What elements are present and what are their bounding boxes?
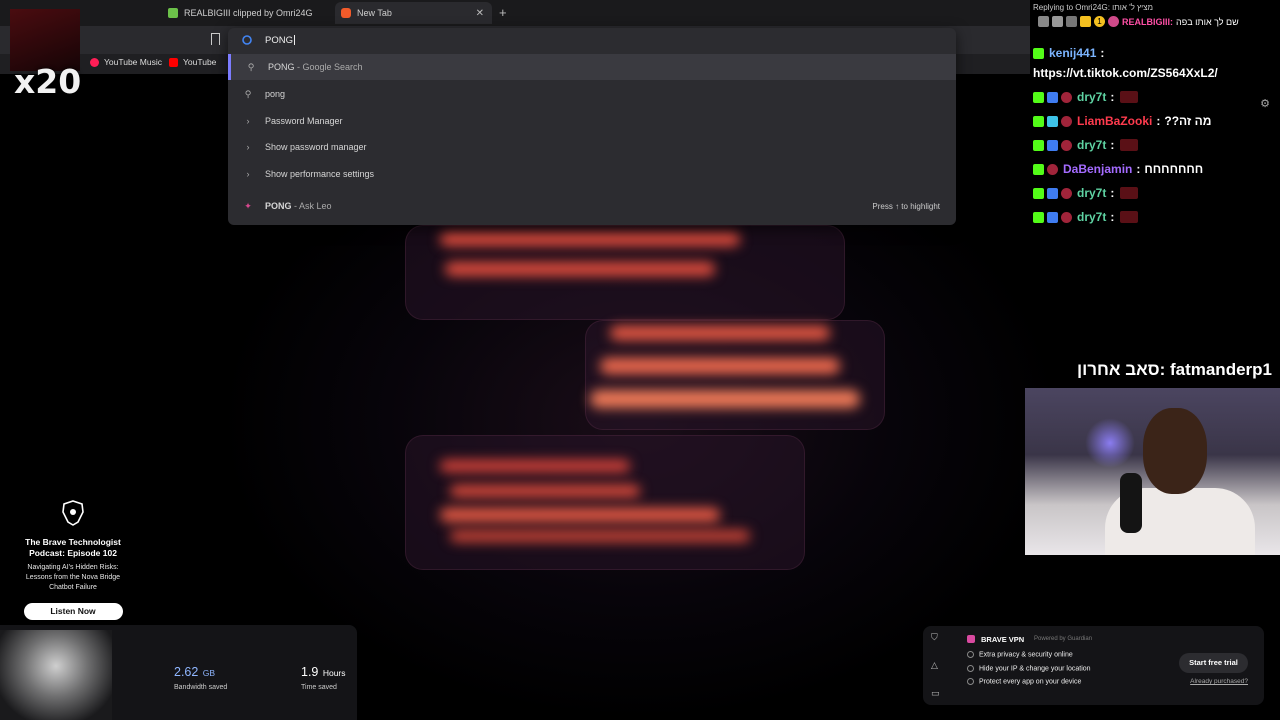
suggestion-ask-leo[interactable]: ✦ PONG - Ask Leo Press ↑ to highlight [228,193,956,219]
streamer-avatar [0,630,112,720]
kick-badge-icon [1033,115,1044,127]
bookmark-icon[interactable] [211,33,220,45]
chat-message: dry7t : [1033,138,1139,152]
reply-context: Replying to Omri24G: מציץ ל' אותו [1033,3,1154,12]
already-purchased-link[interactable]: Already purchased? [1190,678,1248,685]
vpn-logo-icon [967,635,975,643]
suggestion-show-password-manager[interactable]: › Show password manager [228,134,956,160]
sub-badge-icon [1061,211,1072,223]
sub-badge-icon [1047,163,1058,175]
gift-badge-icon [1047,187,1058,199]
sub-badge-icon [1108,16,1119,27]
tab-clip[interactable]: REALBIGIII clipped by Omri24G [168,2,328,24]
bookmark-label: YouTube [183,57,217,67]
chat-message: kenij441 : [1033,46,1104,60]
chat-message: dry7t : [1033,90,1139,104]
vpn-powered-by: Powered by Guardian [1034,636,1093,642]
kick-badge-icon [1033,47,1044,59]
reply-message: 1 REALBIGIII: שם לך אותו בפה [1038,16,1239,27]
listen-now-button[interactable]: Listen Now [23,603,123,620]
trash-icon[interactable] [1038,16,1049,27]
emote-icon [1120,139,1139,151]
kick-badge-icon [1033,187,1044,199]
gift-badge-icon [1047,139,1058,151]
chat-message-text: https://vt.tiktok.com/ZS564XxL2/ [1033,66,1218,80]
vpn-card: ⛉ △ ▭ BRAVE VPN Powered by Guardian Extr… [923,626,1264,705]
gear-icon[interactable]: ⚙ [1260,97,1270,110]
clip-icon [168,8,178,18]
gift-badge-icon [1047,91,1058,103]
youtube-icon [169,57,178,67]
new-tab-button[interactable]: + [499,5,507,20]
tab-strip: REALBIGIII clipped by Omri24G New Tab ✕ … [0,0,1030,26]
multiplier-label: x20 [14,62,82,101]
chevron-right-icon: › [246,116,250,126]
search-icon: ⚲ [247,61,255,72]
time-stat: 1.9 Hours Time saved [301,665,346,691]
promo-description: Navigating AI's Hidden Risks: Lessons fr… [25,564,121,591]
chat-message: dry7t : [1033,210,1139,224]
suggestion-performance-settings[interactable]: › Show performance settings [228,161,956,187]
chat-message: LiamBaZooki : ??מה זה [1033,114,1211,128]
streamer-webcam [1025,388,1280,555]
gift-badge-icon [1047,115,1058,127]
address-input-text: PONG [265,35,293,46]
sub-badge-icon [1061,115,1072,127]
keyboard-hint: Press ↑ to highlight [872,201,940,211]
last-sub-banner: סאב אחרון: fatmanderp1 [1076,360,1272,379]
warning-icon[interactable]: △ [931,660,938,671]
tab-label: REALBIGIII clipped by Omri24G [184,8,313,18]
bookmark-youtube-music[interactable]: YouTube Music [90,57,162,67]
emote-icon [1120,91,1139,103]
kick-badge-icon [1033,163,1044,175]
suggestion-google-search[interactable]: ⚲ PONG - Google Search [228,54,956,80]
kick-badge-icon [1033,211,1044,223]
chat-message: DaBenjamin : חחחחחחח [1033,162,1203,176]
tab-new-tab[interactable]: New Tab ✕ [335,2,492,24]
vpn-feature: Protect every app on your device [967,678,1081,685]
chevron-right-icon: › [246,142,250,152]
timeout-icon[interactable] [1052,16,1063,27]
tab-label: New Tab [357,8,392,18]
podcast-promo: The Brave Technologist Podcast: Episode … [14,500,132,620]
chevron-right-icon: › [246,169,250,179]
suggestion-search[interactable]: ⚲ pong [228,81,956,107]
youtube-music-icon [90,57,99,67]
brave-lion-icon [62,500,84,526]
vpn-feature: Hide your IP & change your location [967,665,1091,672]
emote-icon [1120,187,1139,199]
shield-icon[interactable]: ⛉ [931,632,938,643]
close-tab-icon[interactable]: ✕ [476,8,484,19]
leo-icon: ✦ [244,200,252,211]
address-bar[interactable]: PONG [228,28,956,52]
reply-text: שם לך אותו בפה [1176,16,1239,27]
count-badge: 1 [1094,16,1105,27]
bookmark-youtube[interactable]: YouTube [169,57,216,67]
promo-title: The Brave Technologist Podcast: Episode … [25,537,121,558]
sub-badge-icon [1061,187,1072,199]
crown-icon [1080,16,1091,27]
kick-badge-icon [1033,139,1044,151]
start-free-trial-button[interactable]: Start free trial [1179,653,1248,673]
sub-badge-icon [1061,91,1072,103]
vpn-feature: Extra privacy & security online [967,651,1073,658]
kick-badge-icon [1033,91,1044,103]
suggestion-password-manager[interactable]: › Password Manager [228,108,956,134]
bookmark-label: YouTube Music [104,57,162,67]
monitor-icon[interactable]: ▭ [931,688,940,699]
sub-badge-icon [1061,139,1072,151]
chat-overlay: Replying to Omri24G: מציץ ל' אותו 1 REAL… [1030,0,1280,360]
emote-icon [1120,211,1139,223]
google-icon [242,35,252,45]
omnibox-dropdown: PONG ⚲ PONG - Google Search ⚲ pong › Pas… [228,28,956,225]
search-icon: ⚲ [244,88,252,99]
gift-badge-icon [1047,211,1058,223]
bandwidth-stat: 2.62 GB Bandwidth saved [174,665,228,691]
reply-username: REALBIGIII: [1122,16,1173,27]
chat-message: dry7t : [1033,186,1139,200]
vpn-brand: BRAVE VPN [981,635,1025,644]
shield-icon [1066,16,1077,27]
brave-lion-icon [341,8,351,18]
